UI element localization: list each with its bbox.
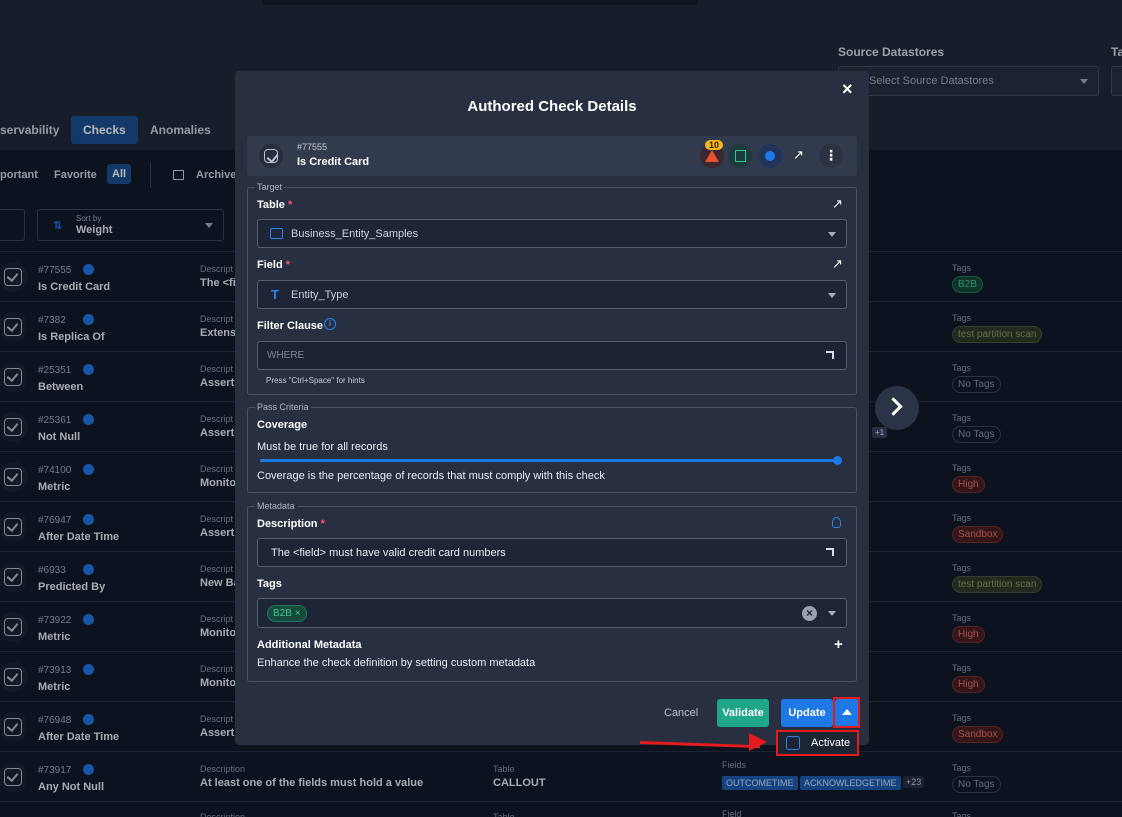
tag-chip-label: B2B [273,608,292,619]
modal-title: Authored Check Details [467,98,637,115]
filter-clause-input[interactable]: WHERE [257,341,847,370]
coverage-help: Coverage is the percentage of records th… [257,470,605,482]
additional-metadata-label: Additional Metadata [257,639,362,651]
chevron-down-icon [828,232,836,237]
chevron-down-icon [828,293,836,298]
field-label-text: Field [257,259,283,271]
warning-icon [705,150,719,162]
info-icon[interactable] [758,144,782,168]
metadata-section: Metadata Description * The <field> must … [247,501,857,682]
activate-label: Activate [811,737,851,749]
highlight-box-dropdown [833,697,860,728]
text-type-icon: T [271,287,279,302]
remove-tag-icon[interactable]: × [295,608,301,619]
description-label: Description * [257,518,325,530]
table-value: Business_Entity_Samples [291,228,419,240]
tag-chip: B2B × [267,605,307,622]
table-select[interactable]: Business_Entity_Samples [257,219,847,248]
info-dot-icon [765,151,775,161]
open-external-icon[interactable]: ↗ [793,147,804,163]
check-details-modal: Authored Check Details × #77555 Is Credi… [235,71,869,745]
filter-hint: Press "Ctrl+Space" for hints [266,376,365,385]
expand-icon[interactable] [826,548,834,556]
table-label: Table * [257,199,292,211]
cancel-button[interactable]: Cancel [664,707,698,719]
add-icon[interactable]: + [834,636,843,653]
required-mark: * [285,259,291,271]
coverage-text: Must be true for all records [257,441,388,453]
clipboard-check-icon [735,150,746,162]
coverage-slider[interactable] [260,456,842,465]
target-legend: Target [255,182,285,192]
table-label-text: Table [257,199,285,211]
coverage-fill [260,459,838,462]
required-mark: * [287,199,293,211]
activate-menu-item[interactable]: Activate [776,730,859,756]
expand-icon[interactable] [826,351,834,359]
activate-check-icon [786,736,800,750]
additional-metadata-help: Enhance the check definition by setting … [257,657,536,669]
field-select[interactable]: T Entity_Type [257,280,847,309]
more-options-icon[interactable]: ⋮ [819,144,843,168]
open-table-icon[interactable]: ↗ [832,196,843,212]
lightbulb-icon[interactable] [832,517,841,528]
annotation-arrow-head [749,733,767,751]
required-mark: * [320,518,325,530]
validate-button[interactable]: Validate [717,699,769,727]
chevron-right-icon [884,397,903,416]
tags-input[interactable]: B2B × × [257,598,847,628]
description-value: The <field> must have valid credit card … [271,547,506,559]
check-name: Is Credit Card [297,156,370,168]
pass-criteria-section: Pass Criteria Coverage Must be true for … [247,402,857,493]
alert-count-badge: 10 [705,140,724,150]
check-id: #77555 [297,142,328,152]
pass-criteria-legend: Pass Criteria [255,402,311,412]
description-input[interactable]: The <field> must have valid credit card … [257,538,847,567]
metadata-legend: Metadata [255,501,297,511]
clear-icon[interactable]: × [802,606,817,621]
filter-info-icon[interactable]: i [324,318,336,330]
description-label-text: Description [257,518,318,530]
target-section: Target Table * ↗ Business_Entity_Samples… [247,182,857,395]
filter-clause-label: Filter Clause [257,320,324,332]
update-button[interactable]: Update [781,699,833,727]
filter-placeholder: WHERE [267,350,305,361]
close-icon[interactable]: × [842,79,853,100]
check-icon-bg [259,144,283,168]
check-icon [264,149,278,163]
field-label: Field * [257,259,290,271]
field-value: Entity_Type [291,289,349,301]
check-header: #77555 Is Credit Card 10 ↗ ⋮ [247,136,857,176]
next-button[interactable] [875,386,919,430]
tags-label: Tags [257,578,282,590]
coverage-thumb[interactable] [833,456,842,465]
table-icon [270,228,283,239]
chevron-down-icon[interactable] [828,611,836,616]
validated-icon[interactable] [728,144,752,168]
more-count: +1 [872,427,888,438]
open-field-icon[interactable]: ↗ [832,256,843,272]
coverage-label: Coverage [257,419,308,431]
